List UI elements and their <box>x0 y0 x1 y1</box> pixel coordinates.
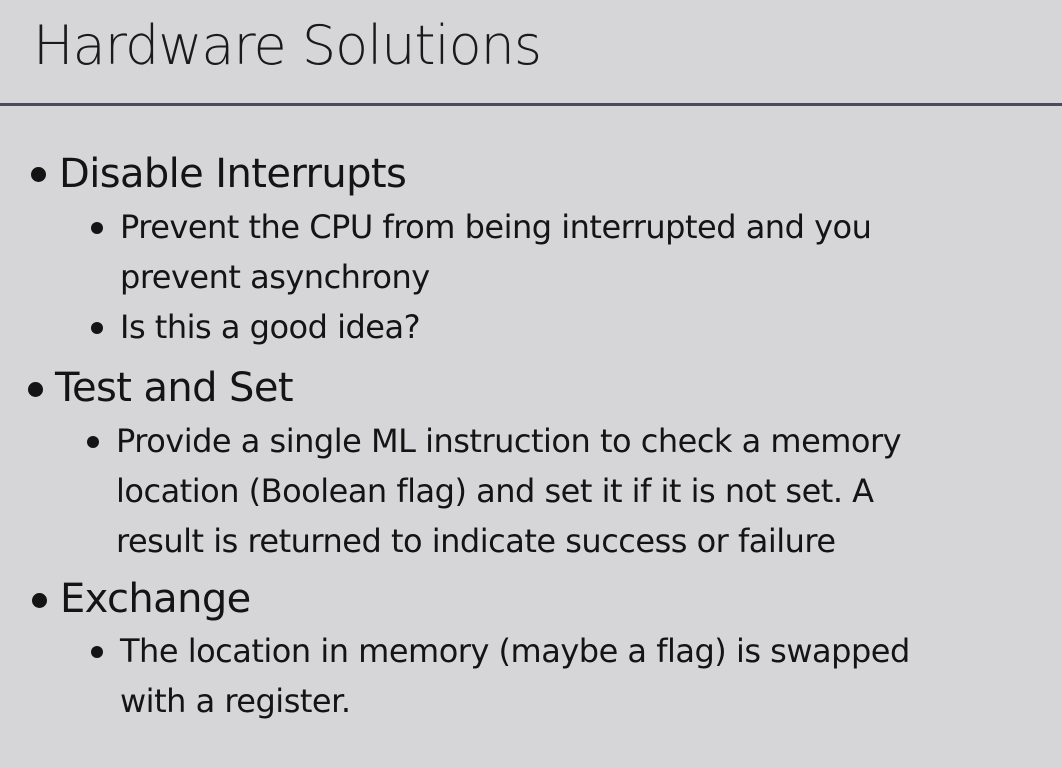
sub-bullet-line: Provide a single ML instruction to check… <box>116 422 902 460</box>
slide-content: Disable Interrupts Prevent the CPU from … <box>0 0 1062 768</box>
bullet-exchange: Exchange <box>60 576 251 622</box>
slide: Hardware Solutions Disable Interrupts Pr… <box>0 0 1062 768</box>
bullet-dot-icon <box>31 167 46 182</box>
bullet-disable-interrupts: Disable Interrupts <box>59 151 407 197</box>
bullet-dot-icon <box>91 222 103 234</box>
sub-bullet-line: Is this a good idea? <box>120 308 421 346</box>
bullet-dot-icon <box>32 593 47 608</box>
bullet-dot-icon <box>28 382 43 397</box>
bullet-dot-icon <box>87 436 99 448</box>
bullet-dot-icon <box>91 322 103 334</box>
bullet-dot-icon <box>91 646 103 658</box>
sub-bullet-line: Prevent the CPU from being interrupted a… <box>120 208 872 246</box>
sub-bullet-line: prevent asynchrony <box>120 258 430 296</box>
bullet-test-and-set: Test and Set <box>55 365 294 411</box>
sub-bullet-line: location (Boolean flag) and set it if it… <box>116 472 874 510</box>
sub-bullet-line: result is returned to indicate success o… <box>116 522 836 560</box>
sub-bullet-line: The location in memory (maybe a flag) is… <box>120 632 910 670</box>
sub-bullet-line: with a register. <box>120 682 351 720</box>
